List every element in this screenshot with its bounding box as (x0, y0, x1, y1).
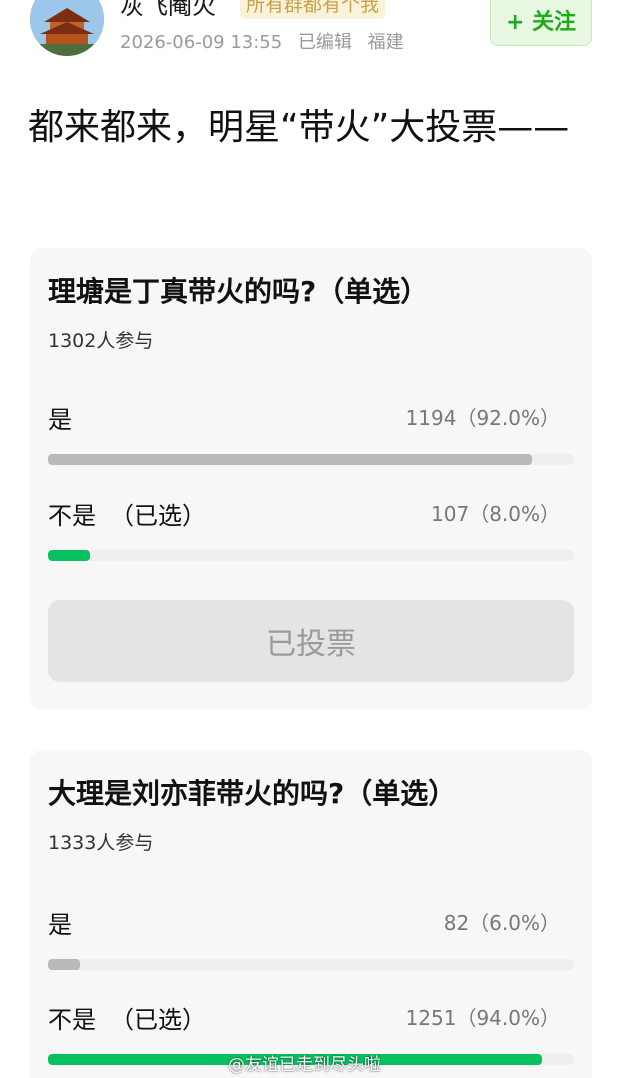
progress-fill (48, 959, 80, 970)
option-text: 不是 (48, 502, 96, 530)
poll-option[interactable]: 不是 （已选） 107（8.0%） (48, 496, 574, 596)
follow-button[interactable]: + 关注 (490, 0, 592, 46)
poll-question: 理塘是丁真带火的吗?（单选） (48, 275, 429, 308)
progress-track (48, 550, 574, 561)
progress-track (48, 454, 574, 465)
poll-participants: 1302人参与 (48, 330, 154, 352)
username[interactable]: 灰飞阉火 (120, 0, 216, 21)
progress-fill (48, 550, 91, 561)
post-date: 2026-06-09 13:55 (120, 32, 283, 53)
selected-mark: （已选） (110, 1006, 206, 1034)
location-label: 福建 (367, 32, 404, 53)
post-title: 都来都来，明星“带火”大投票—— (28, 107, 570, 148)
progress-fill (48, 454, 532, 465)
selected-mark: （已选） (110, 502, 206, 530)
poll-option-stat: 82（6.0%） (443, 911, 560, 935)
option-text: 是 (48, 406, 72, 434)
post-meta: 2026-06-09 13:55 已编辑 福建 (120, 28, 414, 54)
post-header: 灰飞阉火 所有群都有个我 2026-06-09 13:55 已编辑 福建 + 关… (0, 0, 618, 80)
voted-button[interactable]: 已投票 (48, 600, 574, 682)
poll-card: 理塘是丁真带火的吗?（单选） 1302人参与 是 1194（92.0%） 不是 （… (30, 248, 592, 710)
option-text: 不是 (48, 1006, 96, 1034)
poll-participants: 1333人参与 (48, 832, 154, 854)
watermark: @友谊已走到尽头啦 (228, 1055, 381, 1075)
poll-option-label: 不是 （已选） (48, 1000, 206, 1035)
poll-option[interactable]: 是 82（6.0%） (48, 905, 574, 1005)
user-badge: 所有群都有个我 (240, 0, 386, 19)
poll-option-stat: 1251（94.0%） (405, 1006, 560, 1030)
poll-question: 大理是刘亦菲带火的吗?（单选） (48, 777, 457, 810)
edited-label: 已编辑 (297, 32, 352, 53)
poll-option[interactable]: 是 1194（92.0%） (48, 400, 574, 500)
progress-track (48, 959, 574, 970)
option-text: 是 (48, 911, 72, 939)
poll-option-label: 是 (48, 400, 86, 435)
poll-option-label: 是 (48, 905, 86, 940)
poll-option-stat: 107（8.0%） (431, 502, 560, 526)
poll-option-stat: 1194（92.0%） (405, 406, 560, 430)
poll-option-label: 不是 （已选） (48, 496, 206, 531)
poll-card: 大理是刘亦菲带火的吗?（单选） 1333人参与 是 82（6.0%） 不是 （已选… (30, 750, 592, 1078)
avatar[interactable] (30, 0, 104, 56)
